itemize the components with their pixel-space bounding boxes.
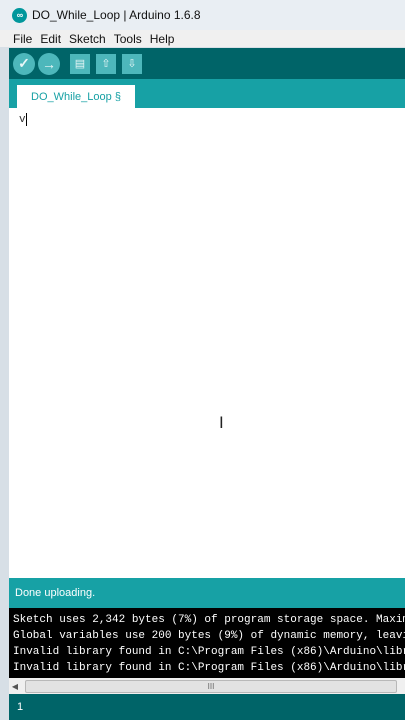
scrollbar-thumb[interactable]: III	[25, 679, 397, 693]
checkmark-icon: ✓	[18, 55, 30, 71]
arrow-down-icon: ⇩	[127, 58, 137, 70]
console-line: Global variables use 200 bytes (9%) of d…	[13, 630, 405, 642]
console-output[interactable]: Sketch uses 2,342 bytes (7%) of program …	[9, 608, 405, 678]
menu-help[interactable]: Help	[146, 32, 179, 46]
scroll-left-arrow-icon[interactable]: ◀	[9, 678, 21, 694]
console-line: Sketch uses 2,342 bytes (7%) of program …	[13, 614, 405, 626]
new-sketch-button[interactable]: ▤	[70, 53, 90, 74]
tab-do-while-loop[interactable]: DO_While_Loop §	[17, 85, 135, 108]
editor-content[interactable]: v	[19, 114, 26, 126]
menu-bar: File Edit Sketch Tools Help	[0, 30, 405, 47]
code-editor[interactable]: v I	[9, 108, 405, 578]
menu-file[interactable]: File	[9, 32, 36, 46]
open-button[interactable]: ⇧	[96, 53, 116, 74]
new-file-icon: ▤	[74, 58, 86, 70]
arrow-up-icon: ⇧	[101, 58, 111, 70]
status-message: Done uploading.	[15, 587, 96, 599]
horizontal-scrollbar[interactable]: ◀ III	[9, 678, 405, 694]
line-number-bar: 1	[9, 694, 405, 720]
arrow-right-icon: →	[42, 55, 56, 72]
menu-tools[interactable]: Tools	[110, 32, 146, 46]
tab-strip: DO_While_Loop §	[9, 79, 405, 108]
toolbar: ✓ → ▤ ⇧ ⇩	[9, 48, 405, 79]
line-number: 1	[17, 701, 24, 713]
arduino-logo-icon: ∞	[12, 7, 27, 23]
console-line: Invalid library found in C:\Program File…	[13, 646, 405, 658]
menu-edit[interactable]: Edit	[36, 32, 65, 46]
text-caret	[26, 113, 27, 126]
window-title: DO_While_Loop | Arduino 1.6.8	[32, 8, 201, 22]
console-line: Invalid library found in C:\Program File…	[13, 662, 405, 674]
verify-button[interactable]: ✓	[13, 52, 35, 75]
menu-sketch[interactable]: Sketch	[65, 32, 110, 46]
grip-icon: III	[207, 681, 215, 691]
status-bar: Done uploading.	[9, 578, 405, 608]
save-button[interactable]: ⇩	[122, 53, 142, 74]
title-bar: ∞ DO_While_Loop | Arduino 1.6.8	[0, 0, 405, 31]
upload-button[interactable]: →	[38, 52, 60, 75]
ibeam-cursor-icon: I	[219, 413, 224, 432]
